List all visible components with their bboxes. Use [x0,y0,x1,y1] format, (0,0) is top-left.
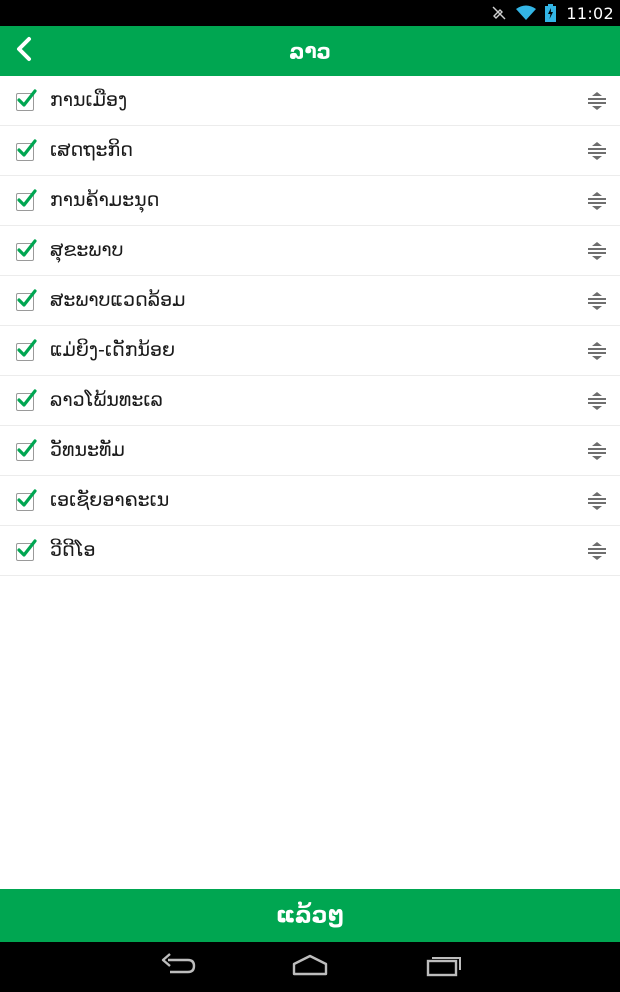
category-label: ການຄ້າມະນຸດ [50,189,160,211]
drag-handle-icon [588,492,606,510]
drag-handle-icon [588,242,606,260]
category-checkbox[interactable] [16,539,37,561]
back-icon [161,953,196,974]
category-checkbox[interactable] [16,139,37,161]
category-checkbox[interactable] [16,339,37,361]
list-item: ລາວໂພ້ນທະເລ [0,376,620,426]
category-label: ວີດີໂອ [50,539,96,561]
category-checkbox[interactable] [16,289,37,311]
list-item: ສຸຂະພາບ [0,226,620,276]
category-label: ເອເຊັຍອາຄະເນ [50,489,170,511]
category-label: ວັທນະທັມ [50,439,125,461]
list-item: ເອເຊັຍອາຄະເນ [0,476,620,526]
checkmark-icon [17,489,37,507]
list-item: ສະພາບແວດລ້ອມ [0,276,620,326]
drag-handle[interactable] [586,140,608,162]
category-checkbox[interactable] [16,439,37,461]
drag-handle[interactable] [586,390,608,412]
drag-handle[interactable] [586,440,608,462]
mute-icon [491,5,507,21]
drag-handle[interactable] [586,540,608,562]
drag-handle-icon [588,92,606,110]
battery-charging-icon [545,4,557,22]
list-item: ການເມືອງ [0,76,620,126]
checkmark-icon [17,139,37,157]
category-checkbox[interactable] [16,489,37,511]
drag-handle-icon [588,192,606,210]
checkmark-icon [17,439,37,457]
drag-handle[interactable] [586,90,608,112]
nav-back-button[interactable] [156,952,200,982]
checkmark-icon [17,189,37,207]
drag-handle-icon [588,292,606,310]
home-icon [292,954,328,976]
category-checkbox[interactable] [16,189,37,211]
drag-handle-icon [588,542,606,560]
nav-home-button[interactable] [288,952,332,982]
list-item: ເສດຖະກິດ [0,126,620,176]
page-title: ລາວ [289,39,331,63]
category-checkbox[interactable] [16,89,37,111]
category-label: ເສດຖະກິດ [50,139,133,161]
drag-handle-icon [588,342,606,360]
category-label: ສຸຂະພາບ [50,239,124,261]
drag-handle[interactable] [586,490,608,512]
list-item: ວັທນະທັມ [0,426,620,476]
drag-handle-icon [588,442,606,460]
checkmark-icon [17,339,37,357]
done-button[interactable]: ແລ້ວໆ [0,889,620,942]
drag-handle[interactable] [586,290,608,312]
navigation-bar [0,942,620,992]
category-checkbox[interactable] [16,389,37,411]
category-label: ສະພາບແວດລ້ອມ [50,289,186,311]
drag-handle[interactable] [586,240,608,262]
category-list: ການເມືອງ ເສດຖະກິດ ການຄ້າມະນຸດ ສຸຂະພາບ ສະ… [0,76,620,576]
status-bar: 11:02 [0,0,620,26]
category-label: ແມ່ຍິງ-ເດັກນ້ອຍ [50,339,176,361]
drag-handle[interactable] [586,340,608,362]
checkmark-icon [17,389,37,407]
list-item: ວີດີໂອ [0,526,620,576]
drag-handle-icon [588,142,606,160]
app-bar: ລາວ [0,26,620,76]
drag-handle[interactable] [586,190,608,212]
category-checkbox[interactable] [16,239,37,261]
category-label: ລາວໂພ້ນທະເລ [50,389,163,411]
checkmark-icon [17,289,37,307]
drag-handle-icon [588,392,606,410]
category-label: ການເມືອງ [50,89,128,111]
checkmark-icon [17,239,37,257]
recents-icon [426,957,461,977]
list-item: ແມ່ຍິງ-ເດັກນ້ອຍ [0,326,620,376]
status-time: 11:02 [566,3,614,23]
list-item: ການຄ້າມະນຸດ [0,176,620,226]
status-icons: 11:02 [491,0,614,26]
wifi-icon [515,5,537,21]
nav-recents-button[interactable] [420,952,464,982]
checkmark-icon [17,539,37,557]
checkmark-icon [17,89,37,107]
